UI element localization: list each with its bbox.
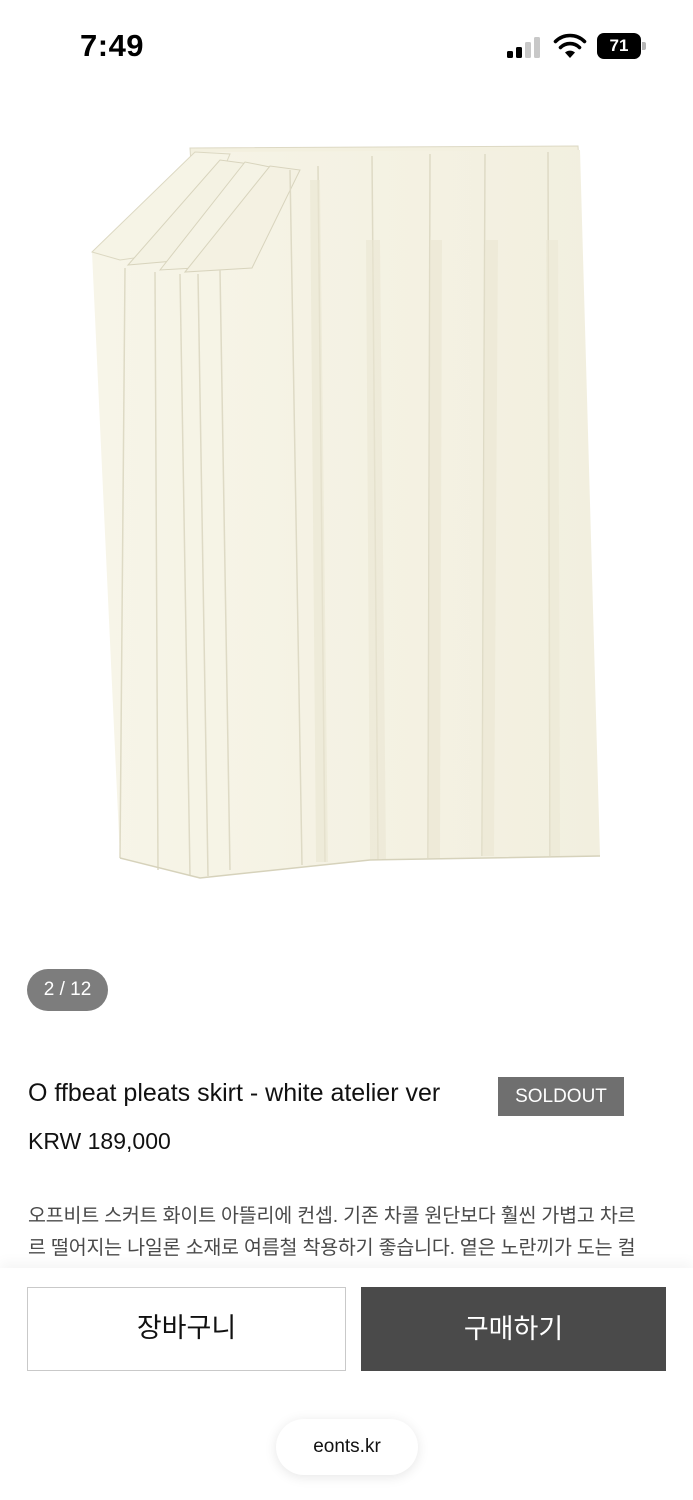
status-time: 7:49 [80, 28, 145, 63]
product-image[interactable] [80, 140, 610, 890]
title-row: O ffbeat pleats skirt - white atelier ve… [28, 1077, 668, 1117]
product-description: 오프비트 스커트 화이트 아뜰리에 컨셉. 기존 차콜 원단보다 훨씬 가볍고 … [28, 1200, 668, 1264]
status-bar: 7:49 71 [0, 0, 693, 92]
product-title: O ffbeat pleats skirt - white atelier ve… [28, 1079, 441, 1107]
battery-icon: 71 [597, 33, 647, 59]
cellular-signal-icon [507, 37, 540, 58]
soldout-badge: SOLDOUT [498, 1077, 624, 1116]
description-line: 르 떨어지는 나일론 소재로 여름철 착용하기 좋습니다. 옅은 노란끼가 도는… [28, 1237, 636, 1259]
wifi-icon [553, 33, 587, 58]
product-page: 7:49 71 2 / 12 O ffbeat pleats skirt - w… [0, 0, 693, 1500]
bottom-action-bar: 장바구니 구매하기 eonts.kr [0, 1268, 693, 1500]
add-to-cart-button[interactable]: 장바구니 [27, 1287, 346, 1371]
image-counter: 2 / 12 [27, 969, 108, 1011]
buy-now-button[interactable]: 구매하기 [361, 1287, 666, 1371]
product-price: KRW 189,000 [28, 1128, 171, 1154]
description-line: 오프비트 스커트 화이트 아뜰리에 컨셉. 기존 차콜 원단보다 훨씬 가볍고 … [28, 1205, 636, 1227]
battery-level: 71 [597, 33, 641, 59]
browser-url-pill[interactable]: eonts.kr [276, 1419, 418, 1475]
